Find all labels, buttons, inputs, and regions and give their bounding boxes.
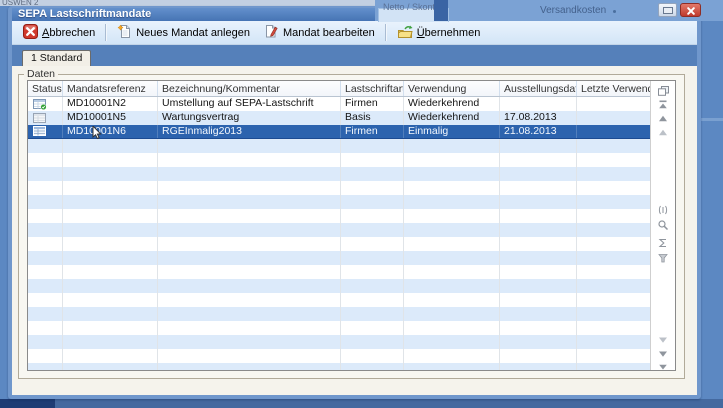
empty-row: [28, 153, 651, 167]
scroll-bottom-icon[interactable]: [656, 361, 670, 371]
netto-skonto-label: Netto / Skonto: [383, 2, 440, 12]
filter-icon[interactable]: [656, 251, 670, 263]
row-down-alt-icon[interactable]: [656, 333, 670, 345]
mandates-grid: Status Mandatsreferenz Bezeichnung/Komme…: [28, 81, 651, 370]
mandate-row-selected[interactable]: MD10001N6 RGEInmalig2013 Firmen Einmalig…: [28, 125, 651, 139]
empty-row: [28, 181, 651, 195]
row-up-alt-icon[interactable]: [656, 126, 670, 138]
empty-row: [28, 251, 651, 265]
column-header-verwendung[interactable]: Verwendung: [404, 81, 500, 96]
toolbar-separator: [385, 24, 387, 41]
close-button[interactable]: [680, 3, 701, 17]
empty-row: [28, 293, 651, 307]
new-document-icon: [117, 24, 132, 42]
cell-letzte-verwendung[interactable]: [577, 125, 651, 138]
empty-row: [28, 195, 651, 209]
empty-row: [28, 223, 651, 237]
column-chooser-icon[interactable]: [656, 84, 670, 96]
edit-document-icon: [264, 24, 279, 42]
cell-ausstellungsdatum[interactable]: [500, 97, 577, 111]
table-side-toolbar: [650, 81, 675, 370]
empty-row: [28, 167, 651, 181]
empty-row: [28, 265, 651, 279]
mandate-selected-icon: [28, 125, 63, 138]
background-bottom-strip: [0, 399, 723, 408]
empty-row: [28, 209, 651, 223]
column-header-letzte-verwendung[interactable]: Letzte Verwendung: [577, 81, 651, 96]
dialog-content: Daten Status Mandatsreferenz Bezeichnung…: [12, 66, 697, 395]
background-right-strip: [701, 21, 723, 399]
cell-ausstellungsdatum[interactable]: 21.08.2013: [500, 125, 577, 138]
daten-group-label: Daten: [24, 68, 58, 80]
background-overlay-panel: Netto / Skonto Versandkosten: [375, 0, 723, 21]
screen: { "background": { "top_left_fragment": "…: [0, 0, 723, 408]
mandates-table: Status Mandatsreferenz Bezeichnung/Komme…: [27, 80, 676, 371]
neues-mandat-anlegen-button[interactable]: Neues Mandat anlegen: [110, 21, 257, 45]
cell-bezeichnung[interactable]: Umstellung auf SEPA-Lastschrift: [158, 97, 341, 111]
dialog-toolbar: Abbrechen Neues Mandat anlegen: [12, 21, 697, 45]
cell-bezeichnung[interactable]: RGEInmalig2013: [158, 125, 341, 138]
cell-mandatsreferenz[interactable]: MD10001N6: [63, 125, 158, 138]
empty-row: [28, 307, 651, 321]
mandate-active-icon: [28, 97, 63, 111]
column-header-ausstellungsdatum[interactable]: Ausstellungsdatum: [500, 81, 577, 96]
cell-lastschriftart[interactable]: Firmen: [341, 97, 404, 111]
tab-strip: 1 Standard: [12, 45, 697, 66]
apply-folder-icon: [397, 24, 413, 42]
dialog-title: SEPA Lastschriftmandate: [18, 8, 151, 20]
sepa-mandate-dialog: SEPA Lastschriftmandate Abbrechen: [8, 6, 701, 399]
mouse-cursor: [92, 126, 104, 140]
empty-row: [28, 237, 651, 251]
search-icon[interactable]: [656, 218, 670, 230]
cell-lastschriftart[interactable]: Basis: [341, 111, 404, 125]
empty-row: [28, 349, 651, 363]
column-header-bezeichnung[interactable]: Bezeichnung/Kommentar: [158, 81, 341, 96]
sum-icon[interactable]: [656, 236, 670, 248]
background-divider-bar: [434, 0, 448, 21]
mandate-row[interactable]: MD10001N5 Wartungsvertrag Basis Wiederke…: [28, 111, 651, 125]
cell-verwendung[interactable]: Einmalig: [404, 125, 500, 138]
cell-mandatsreferenz[interactable]: MD10001N5: [63, 111, 158, 125]
toolbar-separator: [105, 24, 107, 41]
empty-row: [28, 335, 651, 349]
empty-row: [28, 321, 651, 335]
cell-mandatsreferenz[interactable]: MD10001N2: [63, 97, 158, 111]
uebernehmen-button[interactable]: Übernehmen: [390, 21, 488, 45]
restore-icon: [663, 7, 673, 14]
cell-lastschriftart[interactable]: Firmen: [341, 125, 404, 138]
table-header-row: Status Mandatsreferenz Bezeichnung/Komme…: [28, 81, 651, 97]
column-header-mandatsreferenz[interactable]: Mandatsreferenz: [63, 81, 158, 96]
cell-ausstellungsdatum[interactable]: 17.08.2013: [500, 111, 577, 125]
row-down-icon[interactable]: [656, 347, 670, 359]
cancel-icon: [23, 24, 38, 42]
row-up-icon[interactable]: [656, 112, 670, 124]
mandat-bearbeiten-button[interactable]: Mandat bearbeiten: [257, 21, 382, 45]
restore-button[interactable]: [658, 3, 677, 17]
versandkosten-label: Versandkosten: [540, 5, 606, 16]
cell-verwendung[interactable]: Wiederkehrend: [404, 111, 500, 125]
background-dot: [613, 10, 616, 13]
background-notch: [701, 118, 723, 121]
cell-letzte-verwendung[interactable]: [577, 97, 651, 111]
cell-bezeichnung[interactable]: Wartungsvertrag: [158, 111, 341, 125]
mandate-plain-icon: [28, 111, 63, 125]
empty-row: [28, 279, 651, 293]
cell-letzte-verwendung[interactable]: [577, 111, 651, 125]
mandate-row[interactable]: MD10001N2 Umstellung auf SEPA-Lastschrif…: [28, 97, 651, 111]
abbrechen-button[interactable]: Abbrechen: [16, 21, 102, 45]
empty-row: [28, 139, 651, 153]
tab-standard[interactable]: 1 Standard: [22, 50, 91, 66]
empty-row: [28, 363, 651, 370]
cell-verwendung[interactable]: Wiederkehrend: [404, 97, 500, 111]
background-bottom-dark-block: [0, 399, 55, 408]
column-header-lastschriftart[interactable]: Lastschriftart: [341, 81, 404, 96]
column-header-status[interactable]: Status: [28, 81, 63, 96]
scroll-top-icon[interactable]: [656, 98, 670, 110]
fit-width-icon[interactable]: [656, 203, 670, 215]
